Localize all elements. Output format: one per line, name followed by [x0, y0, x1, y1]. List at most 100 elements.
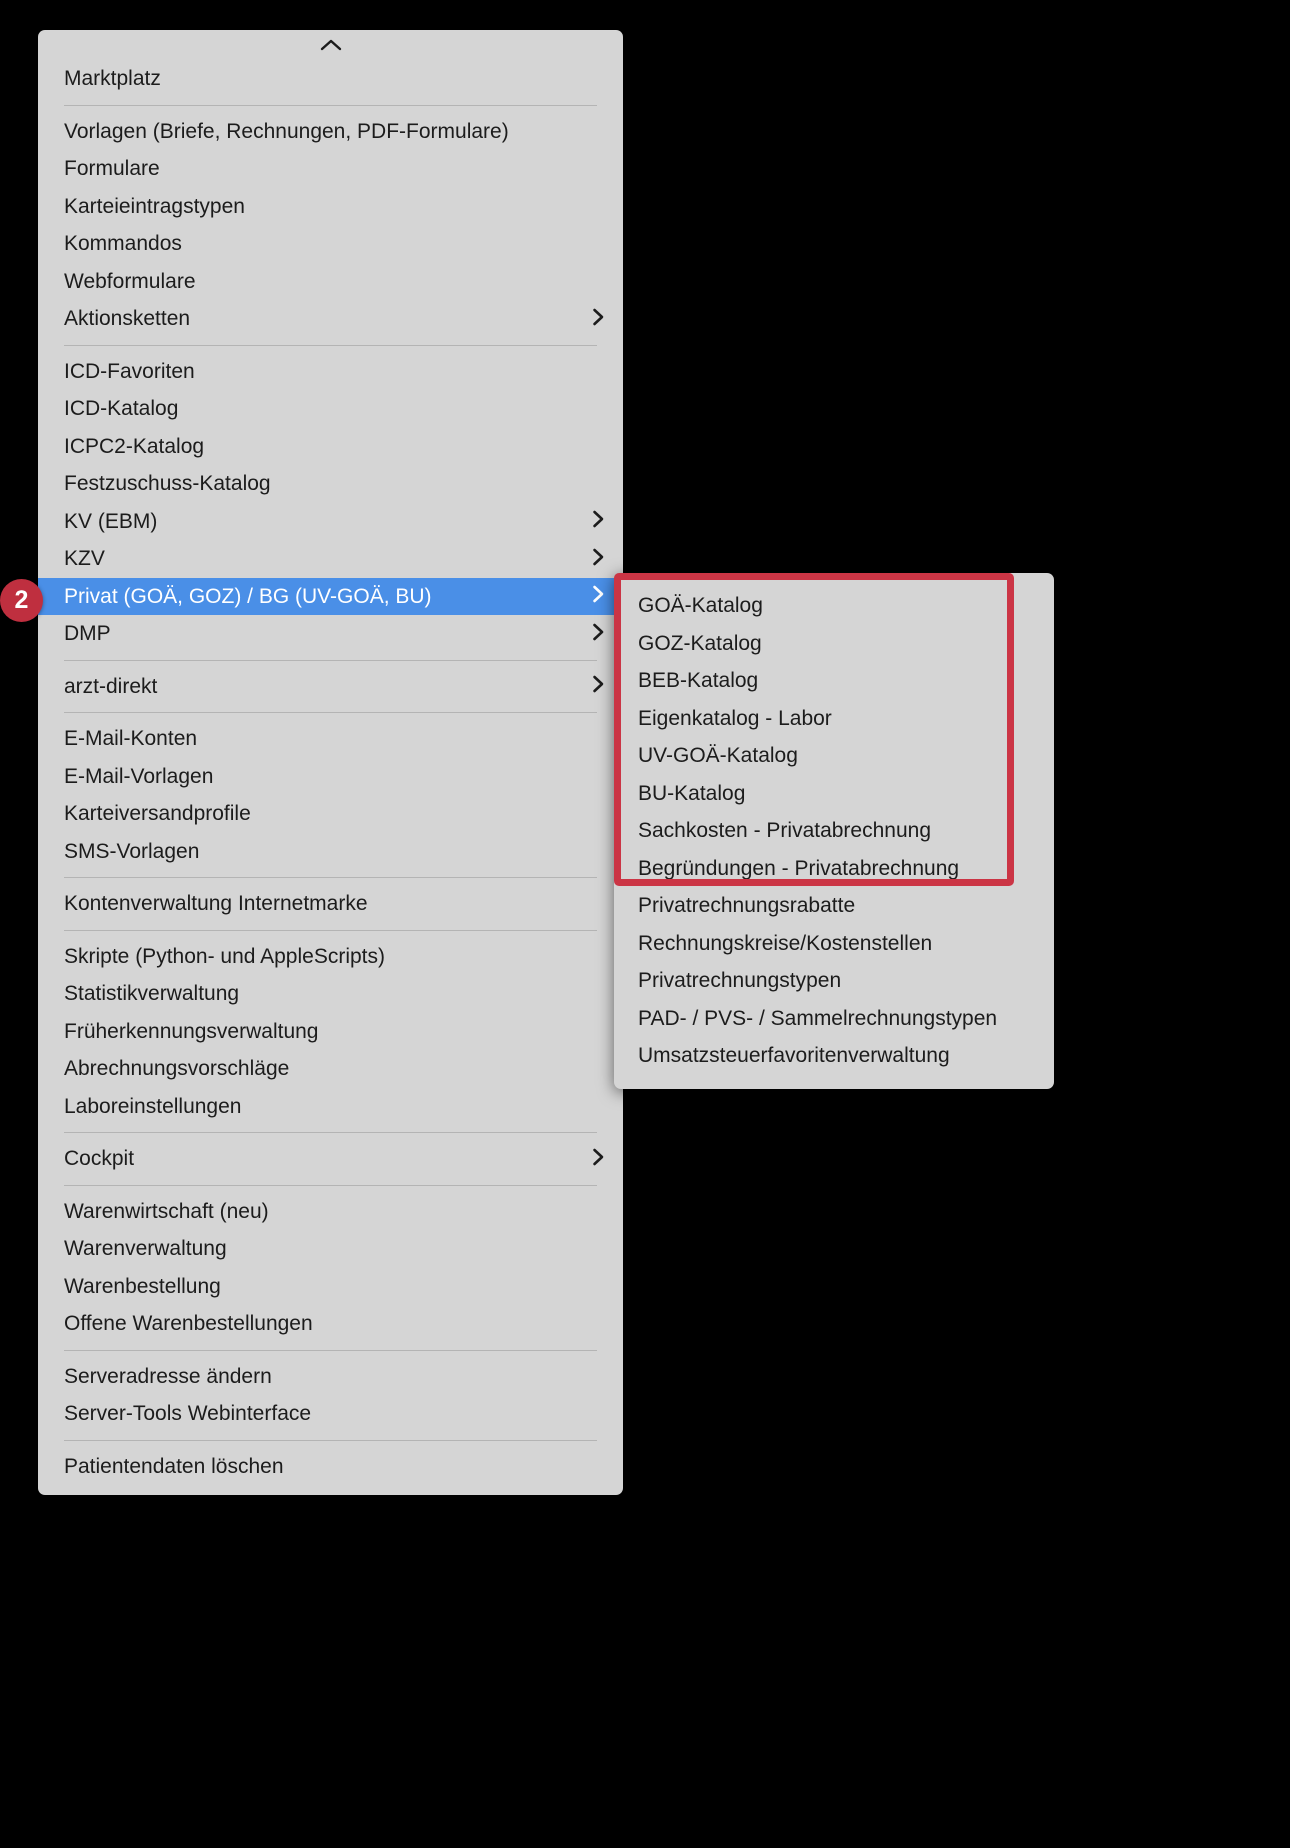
- submenu-item[interactable]: GOÄ-Katalog: [614, 587, 1054, 625]
- submenu-item-label: Begründungen - Privatabrechnung: [638, 856, 960, 880]
- menu-item[interactable]: DMP: [38, 615, 623, 653]
- submenu-item[interactable]: Eigenkatalog - Labor: [614, 700, 1054, 738]
- menu-item[interactable]: SMS-Vorlagen: [38, 833, 623, 871]
- submenu-item-label: Rechnungskreise/Kostenstellen: [638, 931, 933, 955]
- menu-item-label: Privat (GOÄ, GOZ) / BG (UV-GOÄ, BU): [64, 584, 432, 608]
- menu-separator: [64, 659, 597, 661]
- menu-item[interactable]: Skripte (Python- und AppleScripts): [38, 938, 623, 976]
- menu-item-label: Cockpit: [64, 1147, 135, 1171]
- chevron-right-icon: [592, 547, 605, 571]
- submenu-item[interactable]: Sachkosten - Privatabrechnung: [614, 812, 1054, 850]
- menu-item-label: E-Mail-Konten: [64, 727, 198, 751]
- menu-item[interactable]: Früherkennungsverwaltung: [38, 1013, 623, 1051]
- menu-item[interactable]: Warenbestellung: [38, 1268, 623, 1306]
- menu-item[interactable]: Server-Tools Webinterface: [38, 1395, 623, 1433]
- menu-item[interactable]: Webformulare: [38, 263, 623, 301]
- menu-item[interactable]: Formulare: [38, 150, 623, 188]
- menu-item-label: ICD-Favoriten: [64, 359, 195, 383]
- menu-separator: [64, 1184, 597, 1186]
- menu-item[interactable]: KV (EBM): [38, 503, 623, 541]
- menu-separator: [64, 929, 597, 931]
- menu-item-label: Statistikverwaltung: [64, 982, 240, 1006]
- menu-item-label: Marktplatz: [64, 67, 161, 91]
- menu-item[interactable]: Warenwirtschaft (neu): [38, 1193, 623, 1231]
- submenu-item[interactable]: GOZ-Katalog: [614, 625, 1054, 663]
- menu-item[interactable]: Festzuschuss-Katalog: [38, 465, 623, 503]
- chevron-right-icon: [592, 1147, 605, 1171]
- submenu-item-label: Privatrechnungstypen: [638, 969, 842, 993]
- menu-item[interactable]: ICD-Favoriten: [38, 353, 623, 391]
- menu-item[interactable]: E-Mail-Konten: [38, 720, 623, 758]
- menu-item-label: Server-Tools Webinterface: [64, 1402, 312, 1426]
- submenu-item-label: BEB-Katalog: [638, 669, 759, 693]
- menu-item[interactable]: arzt-direkt: [38, 668, 623, 706]
- menu-item-label: Kontenverwaltung Internetmarke: [64, 892, 368, 916]
- menu-item-label: KV (EBM): [64, 509, 158, 533]
- submenu-item[interactable]: Privatrechnungstypen: [614, 962, 1054, 1000]
- chevron-right-icon: [592, 674, 605, 698]
- menu-item[interactable]: Patientendaten löschen: [38, 1448, 623, 1486]
- menu-item-label: Warenverwaltung: [64, 1237, 227, 1261]
- submenu-item-label: GOÄ-Katalog: [638, 594, 763, 618]
- chevron-right-icon: [592, 307, 605, 331]
- submenu-item[interactable]: BU-Katalog: [614, 775, 1054, 813]
- context-menu: Marktplatz Vorlagen (Briefe, Rechnungen, …: [38, 30, 623, 1495]
- chevron-right-icon: [592, 584, 605, 608]
- submenu-item-label: BU-Katalog: [638, 781, 746, 805]
- menu-item[interactable]: Kontenverwaltung Internetmarke: [38, 885, 623, 923]
- menu-separator: [64, 712, 597, 713]
- menu-item[interactable]: Privat (GOÄ, GOZ) / BG (UV-GOÄ, BU): [38, 577, 623, 615]
- menu-item[interactable]: Laboreinstellungen: [38, 1088, 623, 1126]
- submenu-item[interactable]: Privatrechnungsrabatte: [614, 887, 1054, 925]
- menu-item[interactable]: Serveradresse ändern: [38, 1358, 623, 1396]
- menu-item[interactable]: Aktionsketten: [38, 300, 623, 338]
- menu-item[interactable]: Karteiversandprofile: [38, 795, 623, 833]
- menu-item-label: Patientendaten löschen: [64, 1454, 284, 1478]
- menu-item-label: E-Mail-Vorlagen: [64, 764, 214, 788]
- submenu-item-label: Privatrechnungsrabatte: [638, 894, 856, 918]
- menu-item-label: ICPC2-Katalog: [64, 434, 205, 458]
- submenu-item[interactable]: Begründungen - Privatabrechnung: [614, 850, 1054, 888]
- menu-item[interactable]: Vorlagen (Briefe, Rechnungen, PDF-Formul…: [38, 113, 623, 151]
- step-badge-2: 2: [0, 579, 43, 622]
- submenu-item[interactable]: PAD- / PVS- / Sammelrechnungstypen: [614, 1000, 1054, 1038]
- menu-item-label: Aktionsketten: [64, 307, 191, 331]
- menu-item[interactable]: Cockpit: [38, 1140, 623, 1178]
- menu-item-label: Formulare: [64, 157, 160, 181]
- menu-item[interactable]: E-Mail-Vorlagen: [38, 758, 623, 796]
- menu-item[interactable]: KZV: [38, 540, 623, 578]
- submenu-item[interactable]: Rechnungskreise/Kostenstellen: [614, 925, 1054, 963]
- menu-item-label: Webformulare: [64, 269, 196, 293]
- menu-item[interactable]: ICD-Katalog: [38, 390, 623, 428]
- screen: Marktplatz Vorlagen (Briefe, Rechnungen, …: [0, 0, 1290, 1848]
- menu-item-label: Vorlagen (Briefe, Rechnungen, PDF-Formul…: [64, 119, 509, 143]
- menu-item-label: Abrechnungsvorschläge: [64, 1057, 290, 1081]
- submenu-item-label: UV-GOÄ-Katalog: [638, 744, 798, 768]
- menu-item[interactable]: Kommandos: [38, 225, 623, 263]
- menu-item[interactable]: Marktplatz: [38, 60, 623, 98]
- submenu-item[interactable]: BEB-Katalog: [614, 662, 1054, 700]
- menu-item-label: Festzuschuss-Katalog: [64, 472, 271, 496]
- menu-separator: [64, 1349, 597, 1351]
- menu-item[interactable]: Karteieintragstypen: [38, 188, 623, 226]
- menu-item[interactable]: Warenverwaltung: [38, 1230, 623, 1268]
- menu-separator: [64, 1132, 597, 1133]
- menu-item[interactable]: Offene Warenbestellungen: [38, 1305, 623, 1343]
- submenu-item[interactable]: Umsatzsteuerfavoritenverwaltung: [614, 1037, 1054, 1075]
- menu-item[interactable]: Statistikverwaltung: [38, 975, 623, 1013]
- submenu-item-label: GOZ-Katalog: [638, 631, 762, 655]
- menu-separator: [64, 877, 597, 878]
- menu-separator: [64, 1439, 597, 1441]
- submenu-item-label: PAD- / PVS- / Sammelrechnungstypen: [638, 1006, 998, 1030]
- chevron-up-icon[interactable]: [38, 30, 623, 60]
- menu-item-label: Früherkennungsverwaltung: [64, 1019, 319, 1043]
- menu-item-label: SMS-Vorlagen: [64, 839, 200, 863]
- submenu-item-label: Umsatzsteuerfavoritenverwaltung: [638, 1044, 950, 1068]
- menu-item-label: Skripte (Python- und AppleScripts): [64, 944, 385, 968]
- menu-item-label: Karteieintragstypen: [64, 194, 245, 218]
- menu-item-label: Laboreinstellungen: [64, 1094, 242, 1118]
- submenu-item[interactable]: UV-GOÄ-Katalog: [614, 737, 1054, 775]
- menu-item[interactable]: ICPC2-Katalog: [38, 428, 623, 466]
- submenu-item-label: Eigenkatalog - Labor: [638, 706, 832, 730]
- menu-item[interactable]: Abrechnungsvorschläge: [38, 1050, 623, 1088]
